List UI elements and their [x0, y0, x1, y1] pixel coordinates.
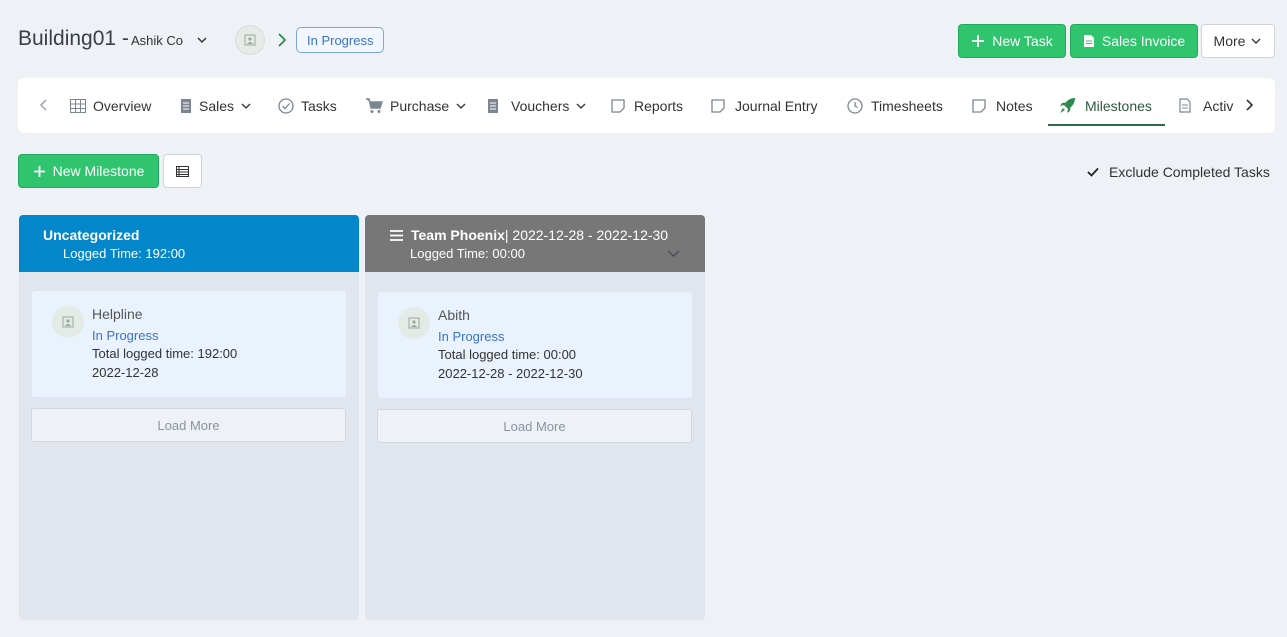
chevron-down-icon[interactable] — [667, 249, 680, 258]
tab-journal-entry[interactable]: Journal Entry — [711, 78, 817, 133]
sales-invoice-label: Sales Invoice — [1101, 33, 1186, 49]
tab-label: Journal Entry — [735, 97, 818, 114]
tab-purchase[interactable]: Purchase — [366, 78, 466, 133]
load-more-button[interactable]: Load More — [31, 408, 346, 442]
scroll-left-icon[interactable] — [37, 97, 51, 113]
check-circle-icon — [278, 97, 294, 114]
scroll-right-icon[interactable] — [1242, 97, 1256, 113]
milestone-title: Team Phoenix — [411, 227, 505, 243]
tab-label: Reports — [634, 97, 684, 114]
task-status: In Progress — [438, 329, 505, 344]
task-date: 2022-12-28 - 2022-12-30 — [438, 366, 583, 381]
receipt-icon — [488, 98, 498, 113]
company-selector-label[interactable]: Ashik Co — [131, 33, 183, 48]
task-card[interactable]: Abith In Progress Total logged time: 00:… — [378, 292, 692, 398]
chevron-down-icon — [456, 103, 466, 109]
tab-tasks[interactable]: Tasks — [278, 78, 337, 133]
chevron-down-icon — [576, 103, 586, 109]
note-icon — [711, 98, 725, 113]
tab-reports[interactable]: Reports — [611, 78, 683, 133]
receipt-icon — [181, 98, 191, 113]
milestone-column-uncategorized: Uncategorized Logged Time: 192:00 Helpli… — [19, 215, 359, 620]
cart-icon — [366, 97, 383, 113]
tab-label: Tasks — [301, 97, 337, 114]
project-avatar-icon — [235, 25, 265, 55]
milestone-logged-time: Logged Time: 192:00 — [63, 246, 186, 261]
task-date: 2022-12-28 — [92, 365, 159, 380]
more-label: More — [1213, 33, 1246, 49]
sales-invoice-button[interactable]: Sales Invoice — [1070, 24, 1198, 58]
tab-label: Timesheets — [871, 97, 943, 114]
milestone-logged-time: Logged Time: 00:00 — [410, 246, 525, 261]
exclude-completed-label: Exclude Completed Tasks — [1109, 164, 1270, 180]
chevron-right-icon — [278, 33, 287, 47]
new-task-button[interactable]: New Task — [958, 24, 1066, 58]
tab-overview[interactable]: Overview — [70, 78, 151, 133]
new-task-label: New Task — [992, 33, 1053, 49]
tab-vouchers[interactable]: Vouchers — [487, 78, 586, 133]
tab-timesheets[interactable]: Timesheets — [847, 78, 943, 133]
tab-label: Vouchers — [511, 97, 570, 114]
milestone-column-header[interactable]: Team Phoenix | 2022-12-28 - 2022-12-30 L… — [365, 215, 705, 272]
milestone-date-range: | 2022-12-28 - 2022-12-30 — [504, 227, 669, 243]
task-card[interactable]: Helpline In Progress Total logged time: … — [32, 291, 346, 397]
load-more-button[interactable]: Load More — [377, 409, 692, 443]
tab-label: Activ — [1203, 97, 1234, 114]
document-icon — [1179, 98, 1191, 113]
document-icon — [1083, 35, 1094, 47]
exclude-completed-checkbox[interactable] — [1085, 165, 1100, 180]
tab-activity[interactable]: Activ — [1179, 78, 1241, 133]
new-milestone-label: New Milestone — [52, 163, 145, 179]
task-name: Abith — [438, 307, 470, 323]
note-icon — [611, 98, 625, 113]
exclude-completed-toggle[interactable]: Exclude Completed Tasks — [1085, 164, 1270, 180]
rocket-icon — [1060, 97, 1075, 113]
task-total-logged: Total logged time: 192:00 — [92, 346, 238, 361]
milestone-column-header[interactable]: Uncategorized Logged Time: 192:00 — [19, 215, 359, 272]
chevron-down-icon — [1251, 38, 1261, 44]
active-tab-indicator — [1048, 124, 1165, 126]
chevron-down-icon — [241, 103, 251, 109]
project-tabs: Overview Sales Tasks Purchase Vouchers R… — [18, 78, 1275, 133]
task-total-logged: Total logged time: 00:00 — [438, 347, 577, 362]
more-button[interactable]: More — [1201, 24, 1275, 58]
page-title: Building01 - — [18, 27, 129, 50]
tab-label: Notes — [996, 97, 1033, 114]
task-avatar-icon — [52, 306, 84, 338]
status-badge[interactable]: In Progress — [296, 27, 385, 53]
tab-notes[interactable]: Notes — [972, 78, 1033, 133]
grid-icon — [70, 98, 86, 113]
tab-label: Purchase — [390, 97, 450, 114]
task-name: Helpline — [92, 306, 143, 322]
drag-handle-icon[interactable] — [390, 229, 403, 241]
tab-label: Overview — [93, 97, 152, 114]
list-view-icon — [176, 165, 189, 177]
milestone-column-team-phoenix: Team Phoenix | 2022-12-28 - 2022-12-30 L… — [365, 215, 705, 620]
tab-sales[interactable]: Sales — [180, 78, 251, 133]
task-avatar-icon — [398, 307, 430, 339]
list-view-button[interactable] — [163, 154, 202, 188]
milestone-title: Uncategorized — [43, 227, 140, 243]
new-milestone-button[interactable]: New Milestone — [18, 154, 159, 188]
plus-icon — [33, 165, 45, 177]
clock-icon — [847, 97, 863, 114]
tab-label: Sales — [199, 97, 235, 114]
chevron-down-icon[interactable] — [195, 33, 209, 47]
note-icon — [972, 98, 986, 113]
tab-label: Milestones — [1085, 97, 1152, 114]
task-status: In Progress — [92, 328, 159, 343]
checkmark-icon — [1086, 167, 1099, 177]
plus-icon — [972, 35, 985, 47]
